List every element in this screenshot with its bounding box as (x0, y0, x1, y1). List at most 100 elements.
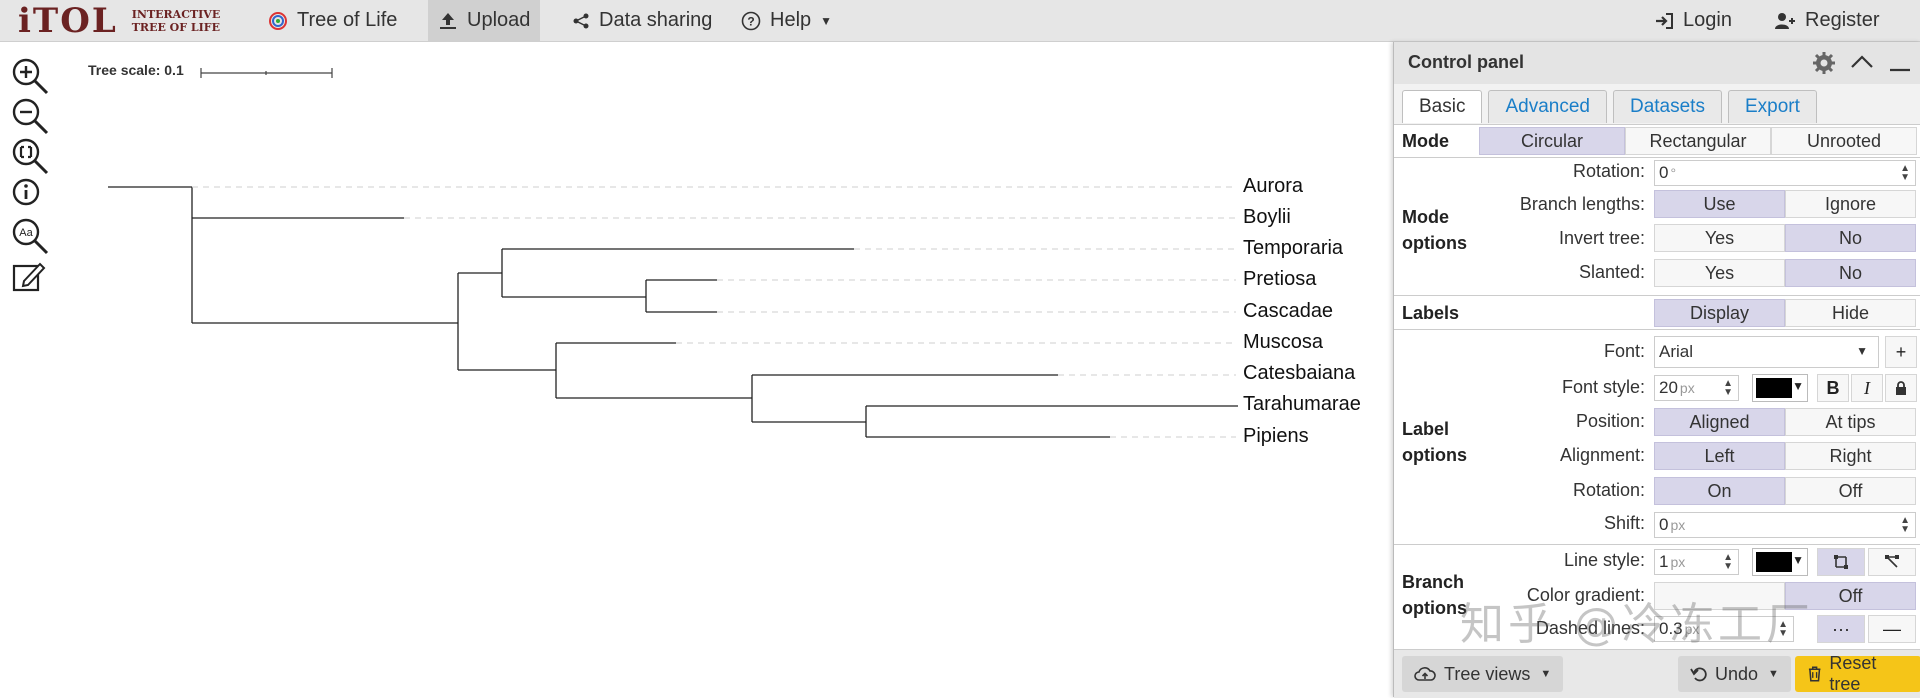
zoom-in-icon[interactable] (10, 56, 50, 96)
color-gradient-on-button[interactable] (1654, 582, 1785, 610)
tree-views-button[interactable]: Tree views ▼ (1402, 656, 1564, 692)
alignment-left-button[interactable]: Left (1654, 442, 1785, 470)
branch-lengths-use-button[interactable]: Use (1654, 190, 1785, 218)
italic-button[interactable]: I (1851, 374, 1883, 402)
leaf-label-muscosa[interactable]: Muscosa (1243, 331, 1323, 354)
tab-datasets[interactable]: Datasets (1612, 90, 1722, 123)
label-rotation-off-button[interactable]: Off (1785, 477, 1916, 505)
mode-options-label-line2: options (1402, 233, 1467, 253)
shift-unit: px (1670, 517, 1686, 533)
tab-export[interactable]: Export (1727, 90, 1817, 123)
control-panel-header: Control panel (1394, 42, 1920, 84)
dashed-lines-input[interactable]: 0.3 px ▲ ▼ (1654, 616, 1794, 642)
trash-icon (1808, 666, 1821, 682)
nav-upload[interactable]: Upload (428, 0, 541, 41)
leaf-label-pretiosa[interactable]: Pretiosa (1243, 268, 1316, 291)
label-rotation-label: Rotation: (1572, 480, 1645, 500)
nav-help[interactable]: ? Help ▼ (741, 0, 832, 41)
position-label: Position: (1575, 411, 1645, 431)
nav-data-sharing[interactable]: Data sharing (572, 0, 712, 41)
dashed-lines-label: Dashed lines: (1535, 618, 1645, 638)
labels-label: Labels (1402, 303, 1460, 323)
position-aligned-button[interactable]: Aligned (1654, 408, 1785, 436)
itol-logo[interactable]: iTOL Interactive Tree Of Life (18, 1, 220, 41)
zoom-out-icon[interactable] (10, 96, 50, 136)
shift-input[interactable]: 0 px ▲ ▼ (1654, 512, 1916, 538)
invert-tree-yes-button[interactable]: Yes (1654, 224, 1785, 252)
branch-style-curved-button[interactable] (1868, 548, 1916, 576)
collapse-chevron-up-icon[interactable] (1849, 51, 1875, 73)
dashed-style-dotted-button[interactable]: ··· (1817, 615, 1865, 643)
branch-color-picker[interactable]: ▼ (1752, 548, 1808, 576)
slanted-yes-button[interactable]: Yes (1654, 259, 1785, 287)
branch-color-swatch (1756, 552, 1792, 572)
mode-circular-button[interactable]: Circular (1479, 127, 1625, 155)
position-at-tips-button[interactable]: At tips (1785, 408, 1916, 436)
solid-line-icon: — (1883, 618, 1901, 639)
tree-branches (108, 186, 1238, 438)
leaf-label-temporaria[interactable]: Temporaria (1243, 237, 1343, 260)
dashed-lines-spinner-icon[interactable]: ▲ ▼ (1778, 620, 1788, 639)
labels-display-button[interactable]: Display (1654, 299, 1785, 327)
mode-unrooted-button[interactable]: Unrooted (1771, 127, 1917, 155)
leaf-label-boylii[interactable]: Boylii (1243, 206, 1291, 229)
font-size-spinner-icon[interactable]: ▲ ▼ (1723, 379, 1733, 398)
mode-rectangular-button[interactable]: Rectangular (1625, 127, 1771, 155)
tree-scale-label: Tree scale: 0.1 (88, 62, 184, 78)
undo-icon (1690, 667, 1707, 682)
line-width-input[interactable]: 1 px ▲ ▼ (1654, 549, 1739, 575)
nav-tree-of-life[interactable]: Tree of Life (268, 0, 397, 41)
font-color-picker[interactable]: ▼ (1752, 374, 1808, 402)
shift-value: 0 (1659, 515, 1669, 534)
leaf-label-tarahumarae[interactable]: Tarahumarae (1243, 393, 1361, 416)
bold-button[interactable]: B (1817, 374, 1849, 402)
undo-button[interactable]: Undo ▼ (1678, 656, 1791, 692)
svg-text:?: ? (747, 14, 754, 28)
tab-advanced[interactable]: Advanced (1488, 90, 1607, 123)
font-select[interactable]: Arial ▼ (1654, 336, 1879, 368)
alignment-label: Alignment: (1559, 445, 1645, 465)
lock-button[interactable] (1885, 374, 1917, 402)
leaf-label-catesbaiana[interactable]: Catesbaiana (1243, 362, 1355, 385)
nav-register[interactable]: Register (1774, 0, 1879, 41)
dashed-lines-unit: px (1684, 621, 1700, 637)
curved-branch-icon (1885, 555, 1899, 568)
leaf-label-aurora[interactable]: Aurora (1243, 175, 1303, 198)
alignment-right-button[interactable]: Right (1785, 442, 1916, 470)
phylogenetic-tree[interactable] (0, 160, 1380, 460)
label-rotation-on-button[interactable]: On (1654, 477, 1785, 505)
logo-subtitle-line2: Tree Of Life (131, 21, 220, 34)
branch-lengths-ignore-button[interactable]: Ignore (1785, 190, 1916, 218)
invert-tree-no-button[interactable]: No (1785, 224, 1916, 252)
settings-gear-icon[interactable] (1812, 51, 1836, 75)
rotation-value: 0 (1659, 163, 1669, 182)
rotation-spinner-icon[interactable]: ▲ ▼ (1900, 164, 1910, 183)
font-size-input[interactable]: 20 px ▲ ▼ (1654, 375, 1739, 401)
branch-options-label: Branch options (1402, 569, 1467, 621)
nav-upload-label: Upload (467, 9, 531, 31)
nav-tree-of-life-label: Tree of Life (297, 9, 398, 31)
font-size-value: 20 (1659, 378, 1678, 397)
leaf-label-pipiens[interactable]: Pipiens (1243, 425, 1309, 448)
dashed-style-solid-button[interactable]: — (1868, 615, 1916, 643)
labels-hide-button[interactable]: Hide (1785, 299, 1916, 327)
add-font-button[interactable]: + (1885, 336, 1917, 368)
label-rotation-toggle: On Off (1654, 477, 1916, 505)
branch-lengths-label: Branch lengths: (1519, 194, 1645, 214)
reset-tree-button[interactable]: Reset tree (1795, 653, 1920, 694)
branch-style-square-button[interactable] (1817, 548, 1865, 576)
minimize-icon[interactable] (1887, 51, 1913, 73)
branch-lengths-toggle: Use Ignore (1654, 190, 1916, 218)
slanted-label: Slanted: (1578, 262, 1645, 282)
tab-basic[interactable]: Basic (1402, 90, 1483, 123)
nav-login[interactable]: Login (1654, 0, 1732, 41)
font-style-label: Font style: (1561, 377, 1645, 397)
leaf-label-cascadae[interactable]: Cascadae (1243, 300, 1333, 323)
line-width-spinner-icon[interactable]: ▲ ▼ (1723, 553, 1733, 572)
rotation-input[interactable]: 0 ° ▲ ▼ (1654, 160, 1916, 186)
share-icon (572, 12, 590, 30)
shift-spinner-icon[interactable]: ▲ ▼ (1900, 516, 1910, 535)
logo-subtitle: Interactive Tree Of Life (132, 8, 220, 34)
color-gradient-off-button[interactable]: Off (1785, 582, 1916, 610)
slanted-no-button[interactable]: No (1785, 259, 1916, 287)
